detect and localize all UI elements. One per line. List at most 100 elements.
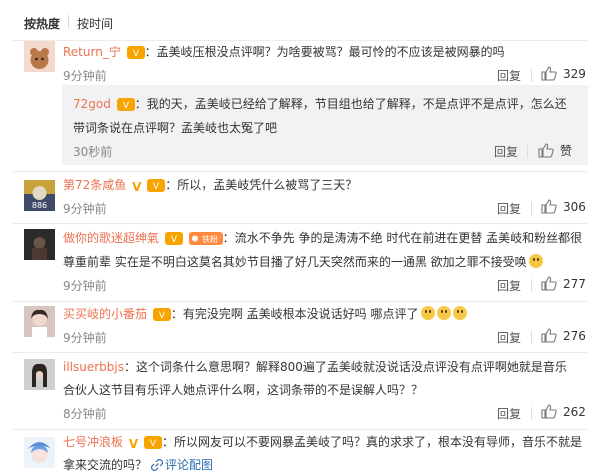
like-count: 306: [563, 200, 586, 214]
sort-by-time-tab[interactable]: 按时间: [77, 15, 113, 32]
avatar[interactable]: 886: [24, 180, 55, 211]
avatar-label: 886: [32, 201, 47, 210]
colon: ：: [170, 307, 183, 321]
reply-button[interactable]: 回复: [497, 405, 521, 422]
colon: ：: [161, 435, 174, 449]
comment-time: 9分钟前: [63, 331, 107, 345]
like-label: 赞: [560, 144, 573, 158]
avatar[interactable]: [24, 306, 55, 337]
separator: [531, 331, 532, 344]
comment-text-1: 所以网友可以不要网暴孟美岐了吗？真的求求了，根本没有导师，音乐不就是: [173, 435, 582, 449]
member-badge-icon: V: [143, 436, 162, 454]
like-count: 262: [563, 405, 586, 419]
emoji-icon: [528, 254, 543, 268]
avatar[interactable]: [24, 437, 55, 468]
username[interactable]: illsuerbbjs: [63, 360, 124, 374]
sub-reply-button[interactable]: 回复: [494, 143, 518, 160]
comment-text-line: 买买岐的小番茄 V ：有完没完啊 孟美岐根本没说话好吗 哪点评了: [63, 306, 467, 326]
svg-text:V: V: [133, 49, 140, 59]
thumbs-up-icon: [541, 276, 557, 291]
avatar[interactable]: [24, 229, 55, 260]
divider: [12, 352, 588, 353]
member-badge-icon: V: [126, 46, 145, 64]
comment-text-2: 合伙人这节目有乐评人她点评什么啊，这词条带的不是误解人吗？？: [63, 383, 424, 397]
member-badge-icon: V: [164, 232, 183, 250]
thumbs-up-icon: [541, 328, 557, 343]
colon: ：: [134, 97, 147, 111]
like-button[interactable]: 306: [541, 199, 586, 214]
sort-by-hot-tab[interactable]: 按热度: [24, 15, 60, 32]
comment-text-line: 做你的歌迷超绅氣 V 铁粉 ：流水不争先 争的是涛涛不绝 时代在前进在更替 孟美岐…: [63, 230, 582, 250]
crying-emoji-icon: [420, 306, 435, 320]
svg-text:V: V: [171, 235, 178, 245]
sub-reply-line: 72god V ：我的天，孟美岐已经给了解释，节目组也给了解释，不是点评不是点评，…: [73, 96, 567, 116]
avatar[interactable]: [24, 41, 55, 72]
crying-emoji-icon: [452, 306, 467, 320]
comment-text-line-2: 拿来交流的吗？ 评论配图: [63, 457, 213, 474]
sort-bar: 按热度 按时间: [0, 0, 600, 40]
verified-v-icon: V: [132, 180, 142, 194]
separator: [531, 202, 532, 215]
sort-separator: [68, 15, 69, 28]
like-count: 277: [563, 277, 586, 291]
comment-text: 所以，孟美岐凭什么被骂了三天？: [177, 178, 358, 192]
svg-text:V: V: [150, 439, 157, 449]
thumbs-up-icon: [538, 143, 554, 158]
comment-text-line: Return_宁 V ：孟美岐压根没点评啊？为啥要被骂？最可怜的不应该是被网暴的吗: [63, 44, 505, 64]
member-badge-icon: V: [152, 308, 171, 326]
like-button[interactable]: 276: [541, 328, 586, 343]
separator: [527, 145, 528, 158]
colon: ：: [144, 45, 157, 59]
reply-button[interactable]: 回复: [497, 200, 521, 217]
sub-like-button[interactable]: 赞: [538, 142, 572, 159]
comment-text-1: 这个词条什么意思啊？解释800遍了孟美岐就没说话没点评没有点评啊她就是音乐: [136, 360, 567, 374]
divider: [12, 301, 588, 302]
thumbs-up-icon: [541, 199, 557, 214]
reply-button[interactable]: 回复: [497, 277, 521, 294]
separator: [531, 69, 532, 82]
fan-badge-icon: 铁粉: [188, 232, 223, 250]
divider: [12, 429, 588, 430]
username[interactable]: 做你的歌迷超绅氣: [63, 231, 159, 245]
like-count: 276: [563, 329, 586, 343]
username[interactable]: 七号冲浪板: [63, 435, 123, 449]
comment-time: 8分钟前: [63, 407, 107, 421]
thumbs-up-icon: [541, 66, 557, 81]
reply-button[interactable]: 回复: [497, 329, 521, 346]
member-badge-icon: V: [147, 179, 166, 197]
sub-reply-time: 30秒前: [73, 145, 113, 159]
divider: [12, 171, 588, 172]
image-link-icon: [150, 458, 164, 472]
like-button[interactable]: 277: [541, 276, 586, 291]
sub-username[interactable]: 72god: [73, 97, 111, 111]
comment-text-line: 七号冲浪板 V V ：所以网友可以不要网暴孟美岐了吗？真的求求了，根本没有导师，音…: [63, 434, 582, 454]
comment-text-2: 拿来交流的吗？: [63, 458, 148, 472]
like-count: 329: [563, 67, 586, 81]
thumbs-up-icon: [541, 404, 557, 419]
comment-text: 孟美岐压根没点评啊？为啥要被骂？最可怜的不应该是被网暴的吗: [156, 45, 505, 59]
username[interactable]: 买买岐的小番茄: [63, 307, 147, 321]
comment-text-2: 尊重前辈 实在是不明白这莫名其妙节目播了好几天突然而来的一通黑 欲加之罪不接受唤: [63, 255, 527, 269]
username[interactable]: 第72条咸鱼: [63, 178, 126, 192]
colon: ：: [222, 231, 235, 245]
colon: ：: [124, 360, 137, 374]
colon: ：: [165, 178, 178, 192]
like-button[interactable]: 329: [541, 66, 586, 81]
comment-image-link[interactable]: 评论配图: [165, 458, 213, 472]
comment-time: 9分钟前: [63, 69, 107, 83]
verified-v-icon: V: [128, 437, 139, 451]
comment-time: 9分钟前: [63, 202, 107, 216]
separator: [531, 407, 532, 420]
svg-text:V: V: [123, 101, 130, 111]
avatar[interactable]: [24, 359, 55, 390]
comment-text-1: 流水不争先 争的是涛涛不绝 时代在前进在更替 孟美岐和粉丝都很: [234, 231, 583, 245]
divider: [12, 40, 588, 41]
svg-text:V: V: [153, 182, 160, 192]
reply-button[interactable]: 回复: [497, 67, 521, 84]
crying-emoji-icon: [436, 306, 451, 320]
fan-badge-text: 铁粉: [202, 234, 218, 244]
comment-text-line: 第72条咸鱼 V V ：所以，孟美岐凭什么被骂了三天？: [63, 177, 357, 197]
username[interactable]: Return_宁: [63, 45, 121, 59]
like-button[interactable]: 262: [541, 404, 586, 419]
sub-reply-text-2: 带词条说在点评啊？孟美岐也太冤了吧: [73, 121, 278, 135]
